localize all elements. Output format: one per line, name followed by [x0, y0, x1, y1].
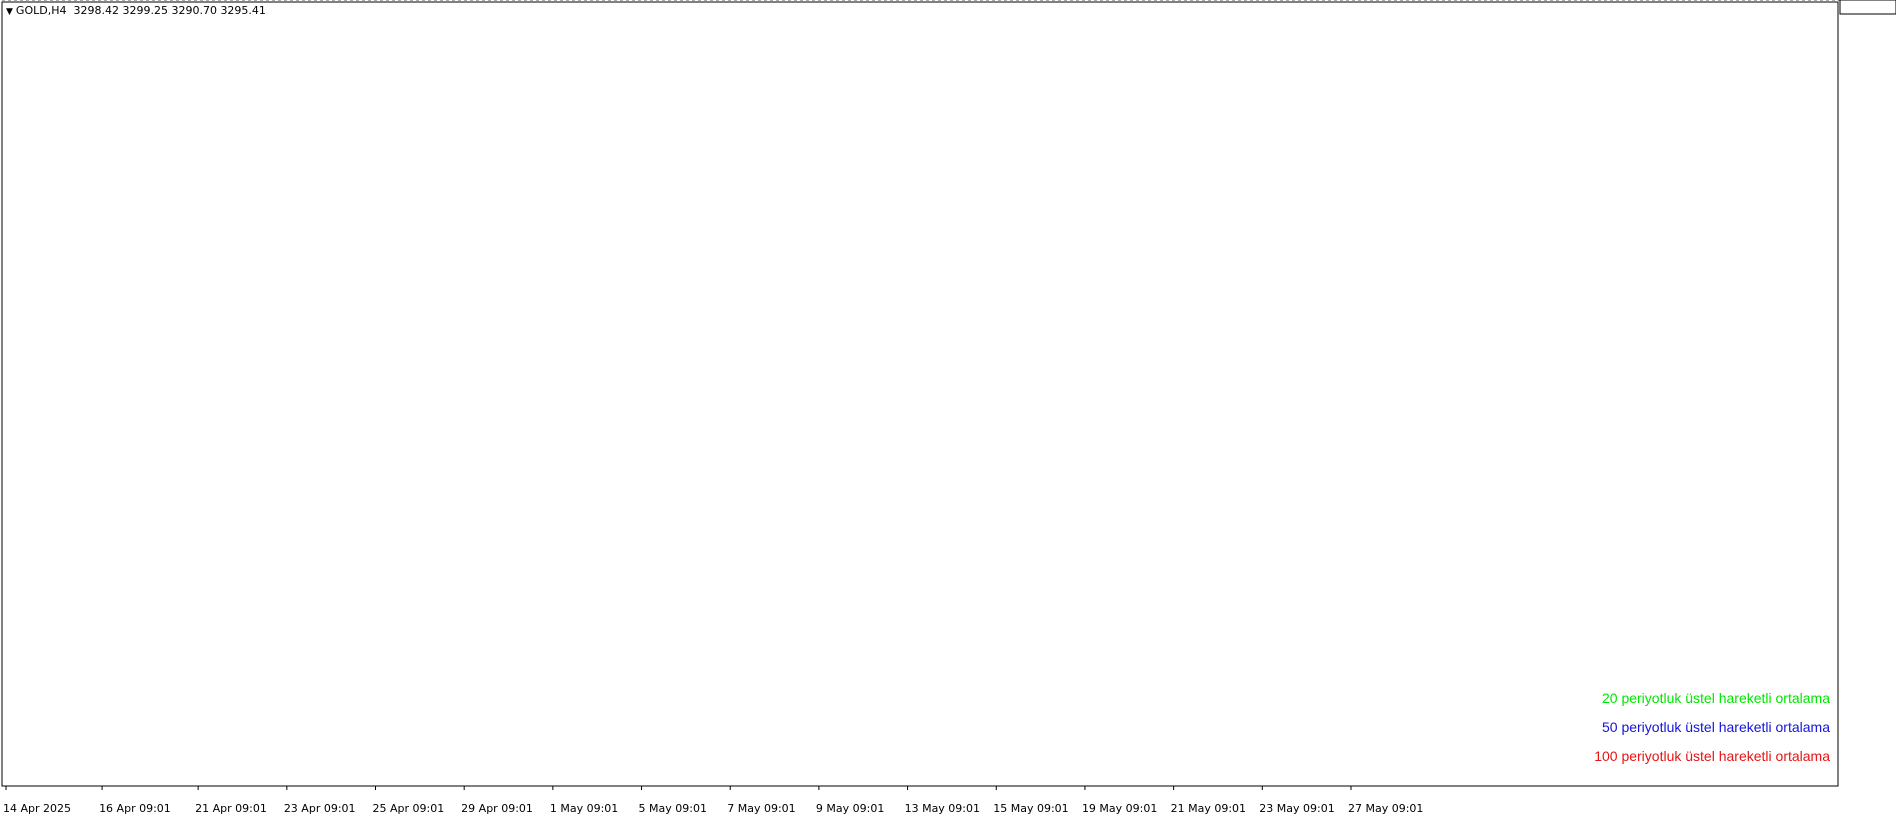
x-tick-label: 5 May 09:01	[639, 802, 707, 815]
x-tick-label: 23 May 09:01	[1259, 802, 1334, 815]
x-tick-label: 27 May 09:01	[1348, 802, 1423, 815]
x-tick-label: 13 May 09:01	[905, 802, 980, 815]
x-tick-label: 19 May 09:01	[1082, 802, 1157, 815]
x-tick-label: 23 Apr 09:01	[284, 802, 356, 815]
x-tick-label: 21 May 09:01	[1171, 802, 1246, 815]
ohlc-readout: 3298.42 3299.25 3290.70 3295.41	[73, 4, 266, 17]
x-tick-label: 21 Apr 09:01	[195, 802, 267, 815]
symbol-label: GOLD,H4	[15, 4, 67, 17]
x-tick-label: 15 May 09:01	[993, 802, 1068, 815]
x-tick-label: 29 Apr 09:01	[461, 802, 533, 815]
x-tick-label: 14 Apr 2025	[3, 802, 71, 815]
chart-header: ▼ GOLD,H4 3298.42 3299.25 3290.70 3295.41	[6, 4, 266, 17]
plot-frame	[1, 1, 1839, 787]
x-tick-label: 9 May 09:01	[816, 802, 884, 815]
x-tick-label: 1 May 09:01	[550, 802, 618, 815]
legend-ema50: 50 periyotluk üstel hareketli ortalama	[1601, 719, 1830, 735]
x-tick-label: 25 Apr 09:01	[373, 802, 445, 815]
x-tick-label: 16 Apr 09:01	[99, 802, 171, 815]
dropdown-triangle-icon[interactable]: ▼	[6, 7, 13, 17]
legend-ema100: 100 periyotluk üstel hareketli ortalama	[1594, 748, 1830, 764]
x-tick-label: 7 May 09:01	[727, 802, 795, 815]
legend-ema20: 20 periyotluk üstel hareketli ortalama	[1601, 690, 1830, 706]
